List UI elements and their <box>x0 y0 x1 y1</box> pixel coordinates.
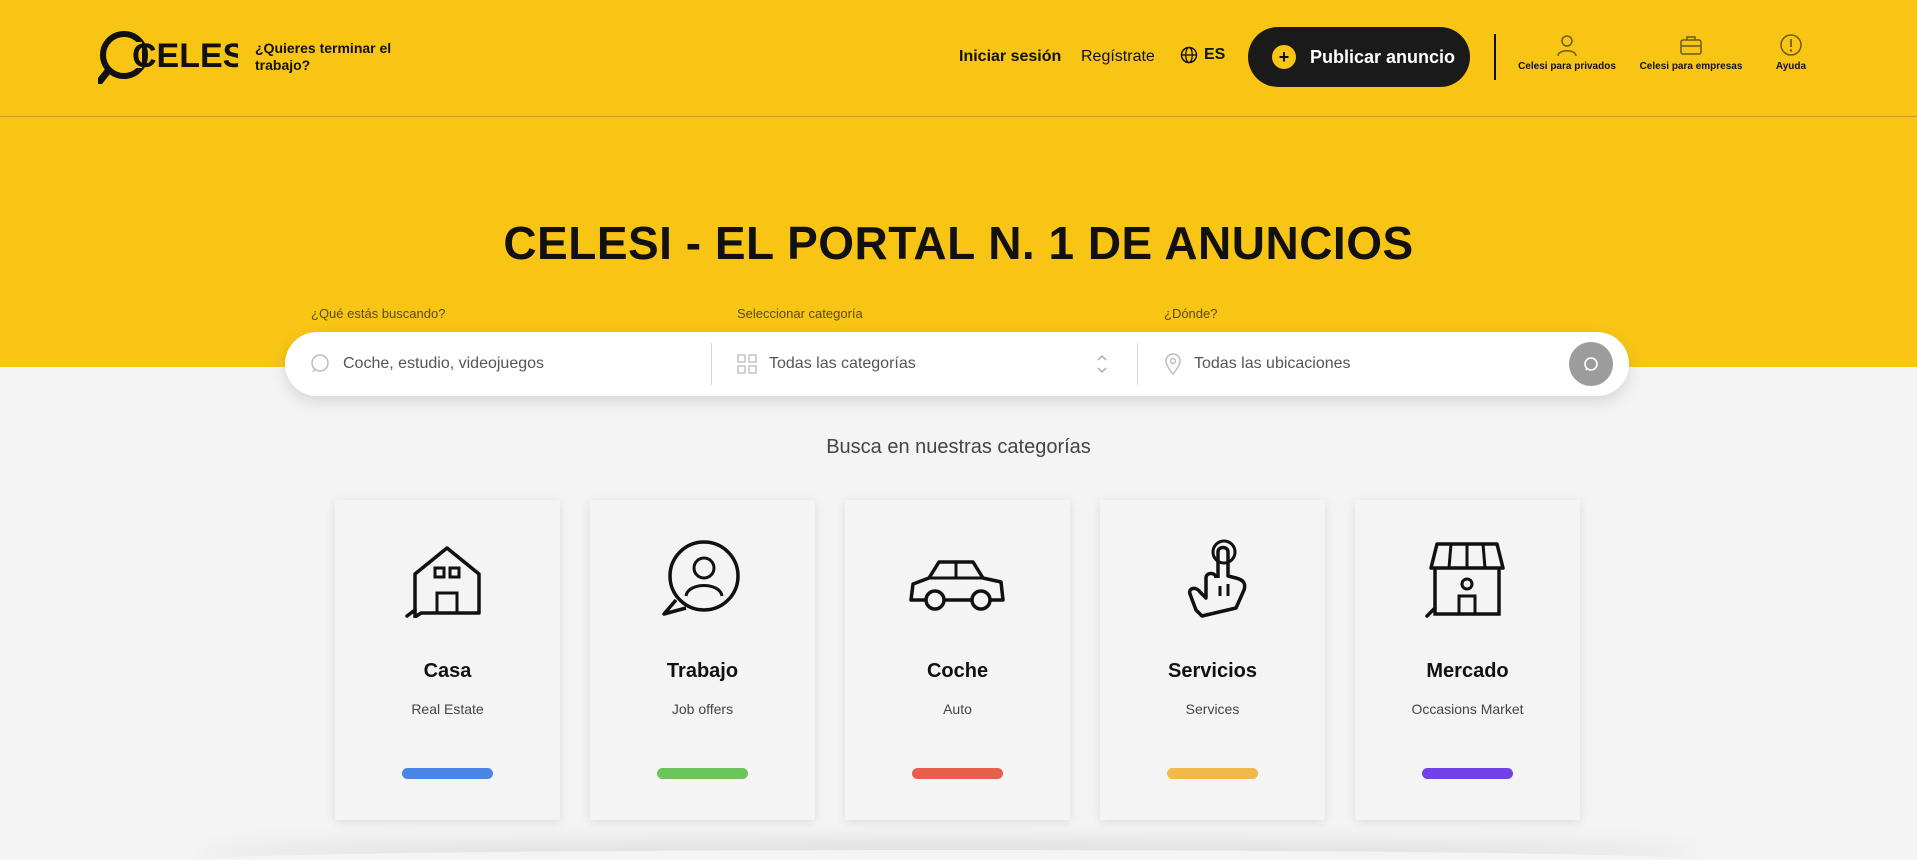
user-icon <box>1557 35 1577 57</box>
category-name: Coche <box>926 660 989 682</box>
briefcase-icon <box>1680 36 1702 55</box>
publish-label: Publicar anuncio <box>1310 46 1456 67</box>
what-label: ¿Qué estás buscando? <box>311 306 446 321</box>
category-name: Trabajo <box>666 660 739 682</box>
private-users-link[interactable]: Celesi para privados <box>1512 33 1622 72</box>
plus-icon: + <box>1272 45 1296 69</box>
content-panel-edge <box>200 850 1700 860</box>
category-subtitle: Occasions Market <box>1411 701 1524 717</box>
location-placeholder: Todas las ubicaciones <box>1194 355 1351 372</box>
location-pin-icon <box>1165 353 1181 375</box>
category-name: Casa <box>423 660 472 682</box>
search-bar: Coche, estudio, videojuegos Todas las ca… <box>285 332 1629 396</box>
top-navigation: CELESI ¿Quieres terminar el trabajo? Ini… <box>0 0 1917 117</box>
category-subtitle: Job offers <box>671 701 734 717</box>
login-link[interactable]: Iniciar sesión <box>959 48 1061 66</box>
category-subtitle: Real Estate <box>411 701 484 717</box>
search-input[interactable]: Coche, estudio, videojuegos <box>311 332 544 396</box>
category-card-mercado[interactable]: Mercado Occasions Market <box>1355 500 1580 820</box>
category-name: Servicios <box>1168 660 1257 682</box>
person-bubble-icon <box>662 540 740 616</box>
business-link[interactable]: Celesi para empresas <box>1630 33 1752 72</box>
category-label: Seleccionar categoría <box>737 306 863 321</box>
categories-title: Busca en nuestras categorías <box>826 436 1091 458</box>
search-divider <box>711 343 712 385</box>
page-title: CELESI - EL PORTAL N. 1 DE ANUNCIOS <box>503 217 1414 269</box>
category-name: Mercado <box>1426 660 1509 682</box>
logo-text: CELESI <box>132 37 238 75</box>
category-card-servicios[interactable]: Servicios Services <box>1100 500 1325 820</box>
language-code: ES <box>1204 46 1226 63</box>
search-button[interactable] <box>1569 342 1613 386</box>
car-icon <box>909 560 1005 611</box>
category-color-bar <box>1167 768 1258 779</box>
category-card-coche[interactable]: Coche Auto <box>845 500 1070 820</box>
chevron-updown-icon <box>1097 355 1107 373</box>
language-selector[interactable]: ES <box>1180 46 1225 64</box>
where-label: ¿Dónde? <box>1164 306 1218 321</box>
category-select[interactable]: Todas las categorías <box>737 332 916 396</box>
category-value: Todas las categorías <box>769 355 916 372</box>
search-placeholder: Coche, estudio, videojuegos <box>343 355 545 372</box>
category-card-casa[interactable]: Casa Real Estate <box>335 500 560 820</box>
category-color-bar <box>912 768 1003 779</box>
category-subtitle: Services <box>1185 701 1240 717</box>
business-label: Celesi para empresas <box>1639 61 1743 72</box>
search-icon <box>311 354 329 373</box>
hand-pointer-icon <box>1187 539 1247 618</box>
grid-icon <box>737 354 757 374</box>
tagline: ¿Quieres terminar el trabajo? <box>255 40 392 73</box>
celesi-logo[interactable]: CELESI <box>98 26 238 84</box>
search-divider <box>1137 343 1138 385</box>
search-icon <box>1584 357 1598 371</box>
help-link[interactable]: Ayuda <box>1760 33 1822 72</box>
category-card-trabajo[interactable]: Trabajo Job offers <box>590 500 815 820</box>
category-color-bar <box>657 768 748 779</box>
private-users-label: Celesi para privados <box>1518 61 1616 72</box>
help-label: Ayuda <box>1775 61 1807 72</box>
publish-ad-button[interactable]: + Publicar anuncio <box>1248 27 1470 87</box>
category-color-bar <box>1422 768 1513 779</box>
location-input[interactable]: Todas las ubicaciones <box>1164 332 1351 396</box>
help-icon <box>1780 34 1802 56</box>
header-divider <box>1494 34 1496 80</box>
category-color-bar <box>402 768 493 779</box>
house-icon <box>405 546 481 618</box>
register-link[interactable]: Regístrate <box>1081 48 1155 66</box>
category-subtitle: Auto <box>943 701 972 717</box>
globe-icon <box>1180 46 1198 64</box>
store-icon <box>1425 542 1505 618</box>
